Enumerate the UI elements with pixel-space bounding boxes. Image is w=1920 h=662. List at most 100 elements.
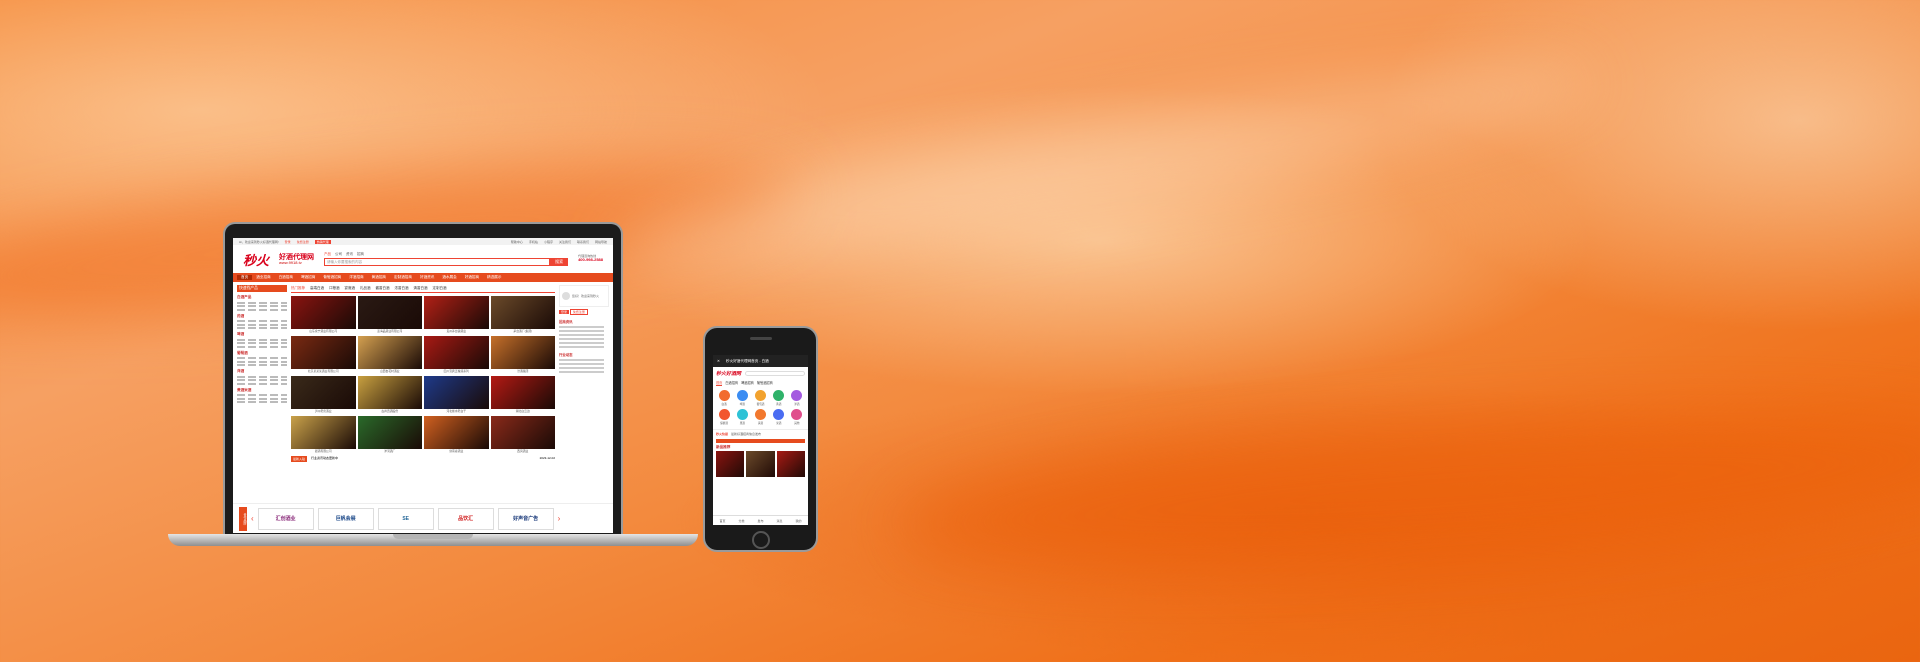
product-card[interactable]: 茅台酒厂(集团) <box>490 296 556 334</box>
category-title[interactable]: 药酒 <box>237 314 287 319</box>
category-links[interactable] <box>237 401 287 403</box>
topbar-link[interactable]: 联系我们 <box>577 240 589 244</box>
category-links[interactable] <box>237 357 287 359</box>
phone-logo[interactable]: 秒火好酒网 <box>716 370 741 377</box>
product-card[interactable]: 洋河酒厂 <box>357 416 422 454</box>
login-button[interactable]: 登录 <box>559 310 570 314</box>
phone-category-icon[interactable]: 啤酒 <box>734 390 750 406</box>
product-card[interactable]: 河北衡水老白干 <box>424 376 489 414</box>
login-link[interactable]: 登录 <box>285 240 291 244</box>
close-icon[interactable]: ✕ <box>717 359 720 363</box>
product-caption[interactable]: 泸州老窖酒业 <box>291 409 356 414</box>
product-card[interactable]: 贵州茅台镇酒业 <box>424 296 489 334</box>
phone-tab[interactable]: 葡萄酒招商 <box>757 380 773 386</box>
product-card[interactable]: 泸州老窖酒业 <box>291 376 356 414</box>
nav-item[interactable]: 定制酒招商 <box>390 275 416 280</box>
product-image[interactable] <box>357 376 422 409</box>
category-links[interactable] <box>237 301 287 304</box>
nav-item[interactable]: 啤酒招商 <box>297 275 319 280</box>
category-links[interactable] <box>237 375 287 378</box>
sub-tab[interactable]: 清香白酒 <box>414 286 428 291</box>
phone-category-icon[interactable]: 保健酒 <box>716 409 732 425</box>
phone-search-input[interactable] <box>745 371 805 376</box>
phone-tab[interactable]: 首页 <box>716 380 723 386</box>
phone-product-image[interactable] <box>716 451 745 477</box>
product-image[interactable] <box>291 336 356 369</box>
category-links[interactable] <box>237 394 287 396</box>
product-card[interactable]: 北京某某某酒业有限公司 <box>291 336 356 374</box>
phone-tab[interactable]: 白酒招商 <box>725 380 738 386</box>
phone-category-icon[interactable]: 洋酒 <box>789 390 805 406</box>
brand-logo[interactable]: 巨帆会展 <box>317 507 374 530</box>
nav-item[interactable]: 首页 <box>237 275 253 280</box>
nav-item[interactable]: 好酒招商 <box>461 275 483 280</box>
phone-category-icon[interactable]: 葡萄酒 <box>752 390 768 406</box>
nav-item[interactable]: 黄酒招商 <box>368 275 390 280</box>
topbar-link[interactable]: 小程序 <box>544 240 553 244</box>
phone-bottom-item[interactable]: 首页 <box>719 519 725 523</box>
phone-category-icon[interactable]: 其他 <box>789 409 805 425</box>
sub-tab[interactable]: 礼品酒 <box>360 286 371 291</box>
product-caption[interactable]: 郎酒有限公司 <box>291 449 356 454</box>
product-caption[interactable]: 北京某某某酒业有限公司 <box>291 369 356 374</box>
product-card[interactable]: 山东永宁酒业有限公司 <box>291 296 356 334</box>
phone-banner[interactable] <box>716 439 805 443</box>
product-caption[interactable]: 山东永宁酒业有限公司 <box>291 329 356 334</box>
category-title[interactable]: 葡萄酒 <box>237 351 287 356</box>
category-links[interactable] <box>237 320 287 322</box>
product-caption[interactable]: 贵州茅台镇酒业 <box>424 329 489 334</box>
product-caption[interactable]: 河北衡水老白干 <box>424 409 489 414</box>
phone-category-icon[interactable]: 白酒 <box>716 390 732 406</box>
category-links[interactable] <box>237 308 287 311</box>
category-links[interactable] <box>237 397 287 400</box>
category-title[interactable]: 啤酒 <box>237 332 287 337</box>
product-image[interactable] <box>291 376 356 409</box>
topbar-link[interactable]: 帮助中心 <box>511 240 523 244</box>
product-card[interactable]: 古井贡酒股份 <box>357 376 422 414</box>
sub-tab[interactable]: 口粮酒 <box>329 286 340 291</box>
category-links[interactable] <box>237 342 287 344</box>
category-links[interactable] <box>237 345 287 348</box>
nav-item[interactable]: 精选展示 <box>483 275 505 280</box>
phone-category-icon[interactable]: 果酒 <box>734 409 750 425</box>
product-image[interactable] <box>490 296 555 329</box>
product-card[interactable]: 剑南春酒业 <box>424 416 489 454</box>
product-image[interactable] <box>424 296 489 329</box>
product-card[interactable]: 西凤酒业 <box>490 416 555 454</box>
product-image[interactable] <box>424 416 489 449</box>
product-card[interactable]: 四川宜宾五粮液系列 <box>424 336 489 374</box>
sub-tab[interactable]: 酱香白酒 <box>376 286 390 291</box>
phone-bottom-item[interactable]: 发布 <box>757 519 763 523</box>
chevron-right-icon[interactable]: › <box>558 514 561 523</box>
topbar-link[interactable]: 网站导航 <box>595 240 607 244</box>
product-caption[interactable]: 山西杏花村酒业 <box>358 369 423 374</box>
brand-logo[interactable]: SE <box>377 507 434 530</box>
product-caption[interactable]: 汾酒集团 <box>491 369 556 374</box>
search-tab[interactable]: 公司 <box>335 252 342 257</box>
phone-bottom-item[interactable]: 消息 <box>776 519 782 523</box>
category-links[interactable] <box>237 323 287 326</box>
product-caption[interactable]: 茅台酒厂(集团) <box>491 329 556 334</box>
product-caption[interactable]: 湖北白云边 <box>491 409 556 414</box>
product-caption[interactable]: 蓝海品酒业有限公司 <box>358 329 423 334</box>
brand-logo[interactable]: 好声音广告 <box>497 507 554 530</box>
product-card[interactable]: 蓝海品酒业有限公司 <box>357 296 423 334</box>
product-image[interactable] <box>357 336 422 369</box>
nav-item[interactable]: 洋酒招商 <box>345 275 367 280</box>
product-image[interactable] <box>357 296 422 329</box>
product-image[interactable] <box>424 336 489 369</box>
product-image[interactable] <box>424 376 489 409</box>
phone-news-text[interactable]: 最新好酒招商信息发布 <box>731 432 761 436</box>
phone-category-icon[interactable]: 清酒 <box>752 409 768 425</box>
search-input[interactable]: 请输入你要搜索的内容 <box>324 258 551 266</box>
phone-bottom-item[interactable]: 我的 <box>795 519 801 523</box>
product-card[interactable]: 湖北白云边 <box>490 376 556 414</box>
nav-item[interactable]: 好酒资讯 <box>416 275 438 280</box>
category-links[interactable] <box>237 327 287 329</box>
category-links[interactable] <box>237 305 287 307</box>
phone-category-icon[interactable]: 黄酒 <box>771 390 787 406</box>
product-card[interactable]: 郎酒有限公司 <box>291 416 356 454</box>
nav-item[interactable]: 酒业招商 <box>252 275 274 280</box>
topbar-link[interactable]: 手机站 <box>529 240 538 244</box>
category-links[interactable] <box>237 379 287 381</box>
